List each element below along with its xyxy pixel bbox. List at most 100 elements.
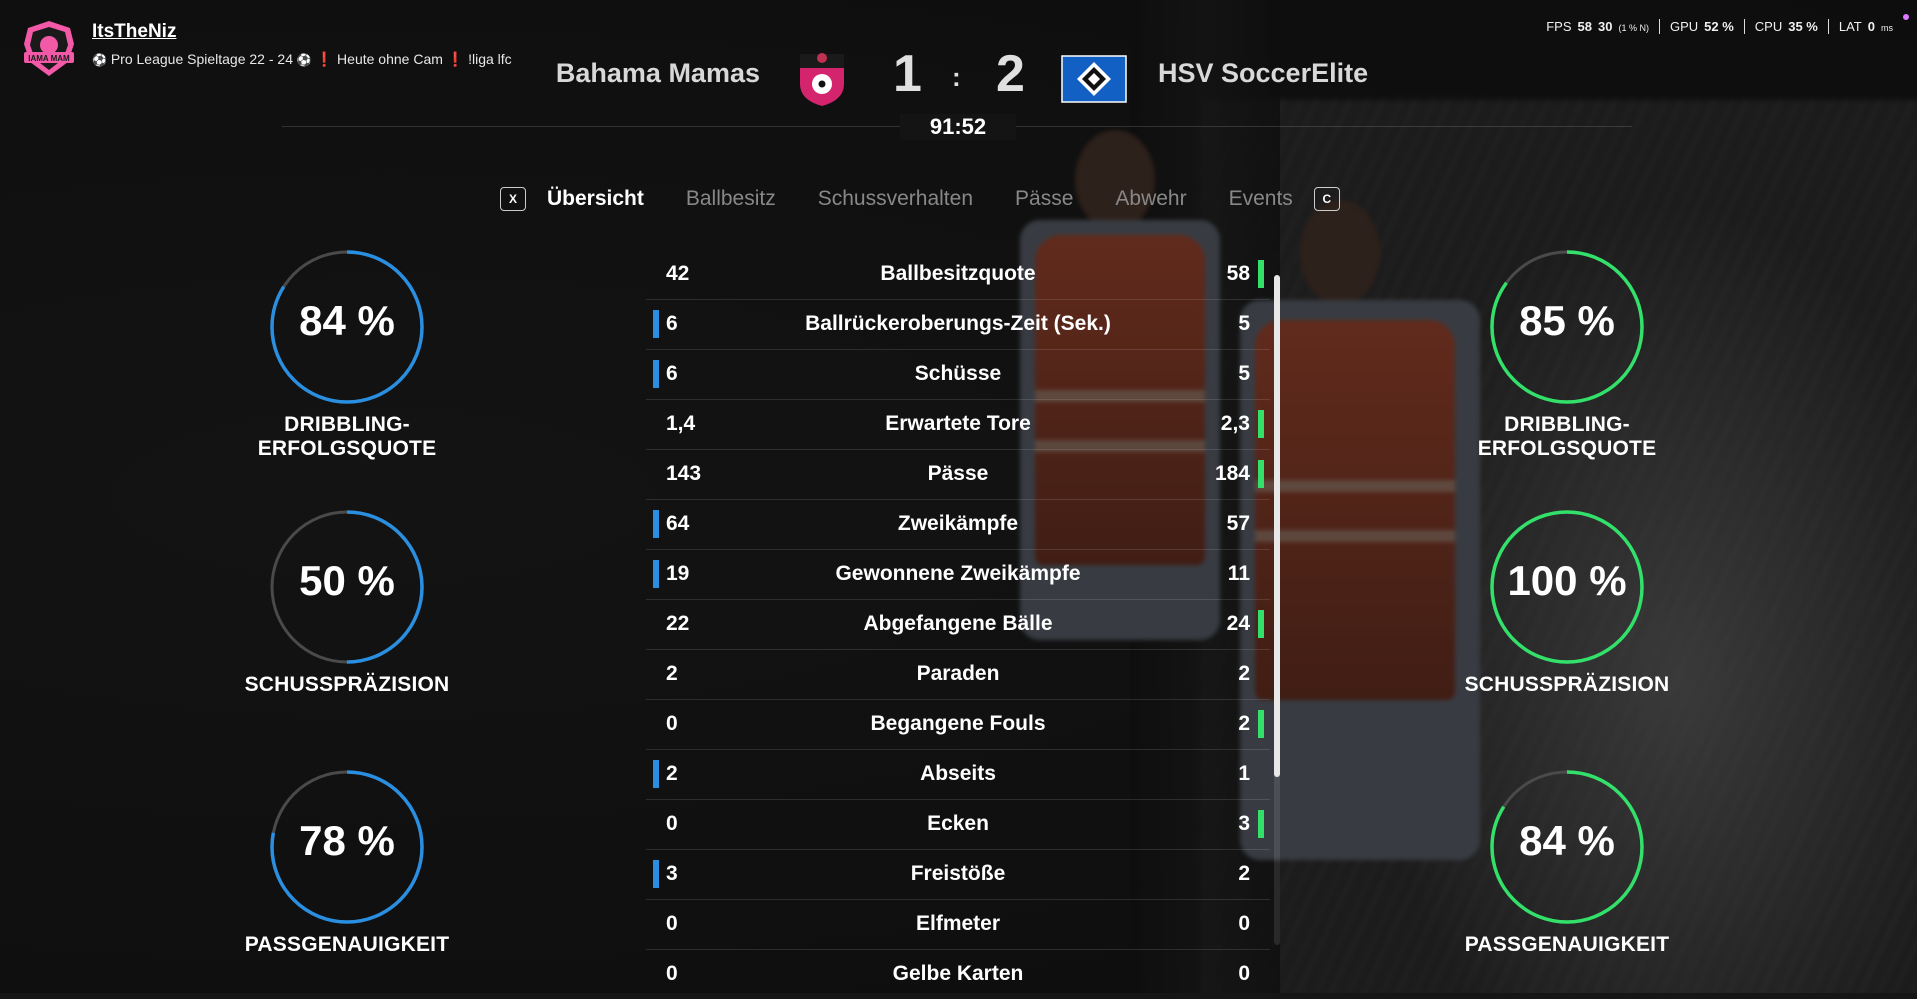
stats-tabs: X Übersicht Ballbesitz Schussverhalten P… xyxy=(500,182,1340,216)
home-stat-value: 42 xyxy=(666,262,690,285)
away-leader-bar xyxy=(1258,810,1264,838)
home-dribbling-gauge: 84 % DRIBBLING-ERFOLGSQUOTE xyxy=(222,247,472,461)
stat-name: Freistöße xyxy=(910,862,1006,885)
soccer-ball-icon: ⚽ xyxy=(296,53,312,67)
gauge-value: 84 % xyxy=(299,297,395,344)
stat-name: Elfmeter xyxy=(915,912,1001,935)
tab-passing[interactable]: Pässe xyxy=(1015,187,1073,211)
home-stat-value: 22 xyxy=(666,612,690,635)
stat-row: 0 Gelbe Karten 0 xyxy=(646,950,1270,999)
home-stat-value: 0 xyxy=(666,912,678,935)
home-leader-bar xyxy=(653,310,659,338)
gauge-label: PASSGENAUIGKEIT xyxy=(1464,933,1670,956)
stat-name: Zweikämpfe xyxy=(897,512,1019,535)
home-stat-value: 6 xyxy=(666,362,678,385)
gauge-value: 78 % xyxy=(299,817,395,864)
away-stat-value: 58 xyxy=(1226,262,1250,285)
svg-text:IAMA MAM: IAMA MAM xyxy=(28,54,70,63)
home-stat-value: 143 xyxy=(666,462,702,485)
away-stat-value: 1 xyxy=(1238,762,1250,785)
away-score: 2 xyxy=(996,45,1025,103)
gpu-readout: GPU 52 % xyxy=(1660,19,1745,34)
exclamation-icon: ❗ xyxy=(315,51,334,67)
gauge-value: 84 % xyxy=(1519,817,1615,864)
home-team-name: Bahama Mamas xyxy=(555,58,760,88)
tab-shooting[interactable]: Schussverhalten xyxy=(818,187,973,211)
away-dribbling-gauge: 85 % DRIBBLING-ERFOLGSQUOTE xyxy=(1442,247,1692,461)
stat-row: 0 Ecken 3 xyxy=(646,800,1270,850)
next-tab-key[interactable]: C xyxy=(1313,187,1340,211)
home-leader-bar xyxy=(653,760,659,788)
fps-readout: FPS 58 30 (1 % N) xyxy=(1536,19,1660,34)
stat-row: 0 Elfmeter 0 xyxy=(646,900,1270,950)
away-stat-value: 3 xyxy=(1238,812,1250,835)
soccer-ball-icon: ⚽ xyxy=(92,53,107,67)
away-stat-value: 2 xyxy=(1238,662,1250,685)
away-stat-value: 11 xyxy=(1227,562,1250,585)
home-leader-bar xyxy=(653,560,659,588)
home-pass-accuracy-gauge: 78 % PASSGENAUIGKEIT xyxy=(222,767,472,957)
stat-name: Begangene Fouls xyxy=(870,712,1046,735)
gauge-label: DRIBBLING-ERFOLGSQUOTE xyxy=(257,413,437,460)
home-score: 1 xyxy=(893,45,922,103)
away-stat-value: 0 xyxy=(1238,912,1250,935)
away-leader-bar xyxy=(1258,410,1264,438)
match-clock: 91:52 xyxy=(900,114,1016,140)
home-leader-bar xyxy=(653,360,659,388)
away-team-name: HSV SoccerElite xyxy=(1158,58,1369,88)
away-stat-value: 5 xyxy=(1238,362,1250,385)
stat-name: Ballrückeroberungs-Zeit (Sek.) xyxy=(805,312,1111,335)
gauge-label: SCHUSSPRÄZISION xyxy=(244,673,450,696)
home-stat-value: 19 xyxy=(666,562,690,585)
stat-name: Ecken xyxy=(927,812,989,835)
stat-row: 2 Abseits 1 xyxy=(646,750,1270,800)
stat-name: Gewonnene Zweikämpfe xyxy=(835,562,1081,585)
away-stat-value: 57 xyxy=(1226,512,1250,535)
stat-name: Abgefangene Bälle xyxy=(863,612,1053,635)
away-stat-value: 184 xyxy=(1214,462,1250,485)
stat-name: Paraden xyxy=(916,662,1000,685)
stat-name: Erwartete Tore xyxy=(885,412,1031,435)
scrollbar-thumb[interactable] xyxy=(1274,275,1280,777)
home-stat-value: 3 xyxy=(666,862,678,885)
away-leader-bar xyxy=(1258,610,1264,638)
stats-table: 42 Ballbesitzquote 58 6 Ballrückeroberungs-… xyxy=(646,250,1270,999)
exclamation-icon: ❗ xyxy=(446,51,465,67)
home-stat-value: 2 xyxy=(666,662,678,685)
gauge-label: SCHUSSPRÄZISION xyxy=(1464,673,1670,696)
stat-row: 2 Paraden 2 xyxy=(646,650,1270,700)
stat-row: 0 Begangene Fouls 2 xyxy=(646,700,1270,750)
streamer-name[interactable]: ItsTheNiz xyxy=(92,21,512,43)
home-stat-value: 1,4 xyxy=(666,412,696,435)
tab-possession[interactable]: Ballbesitz xyxy=(686,187,776,211)
away-stat-value: 24 xyxy=(1226,612,1250,635)
tab-events[interactable]: Events xyxy=(1229,187,1293,211)
stat-row: 3 Freistöße 2 xyxy=(646,850,1270,900)
tab-overview[interactable]: Übersicht xyxy=(547,187,644,211)
stat-row: 6 Schüsse 5 xyxy=(646,350,1270,400)
away-shot-accuracy-gauge: 100 % SCHUSSPRÄZISION xyxy=(1442,507,1692,697)
away-pass-accuracy-gauge: 84 % PASSGENAUIGKEIT xyxy=(1442,767,1692,957)
cpu-readout: CPU 35 % xyxy=(1745,19,1829,34)
away-leader-bar xyxy=(1258,260,1264,288)
home-stat-value: 0 xyxy=(666,712,678,735)
home-stat-value: 6 xyxy=(666,312,678,335)
away-stat-value: 2 xyxy=(1238,712,1250,735)
home-stat-value: 64 xyxy=(666,512,690,535)
home-stat-value: 0 xyxy=(666,812,678,835)
status-dot xyxy=(1903,14,1909,20)
home-stat-value: 2 xyxy=(666,762,678,785)
stat-row: 22 Abgefangene Bälle 24 xyxy=(646,600,1270,650)
home-leader-bar xyxy=(653,860,659,888)
away-team-crest xyxy=(1061,55,1127,103)
prev-tab-key[interactable]: X xyxy=(500,187,526,211)
stat-row: 6 Ballrückeroberungs-Zeit (Sek.) 5 xyxy=(646,300,1270,350)
away-stat-value: 2,3 xyxy=(1220,412,1250,435)
stream-title: ⚽ Pro League Spieltage 22 - 24 ⚽ ❗ Heute… xyxy=(92,51,512,67)
stats-scrollbar[interactable] xyxy=(1274,275,1280,945)
stat-row: 143 Pässe 184 xyxy=(646,450,1270,500)
score-separator: : xyxy=(952,62,961,92)
tab-defending[interactable]: Abwehr xyxy=(1115,187,1186,211)
away-stat-value: 0 xyxy=(1238,962,1250,985)
away-stat-value: 5 xyxy=(1238,312,1250,335)
